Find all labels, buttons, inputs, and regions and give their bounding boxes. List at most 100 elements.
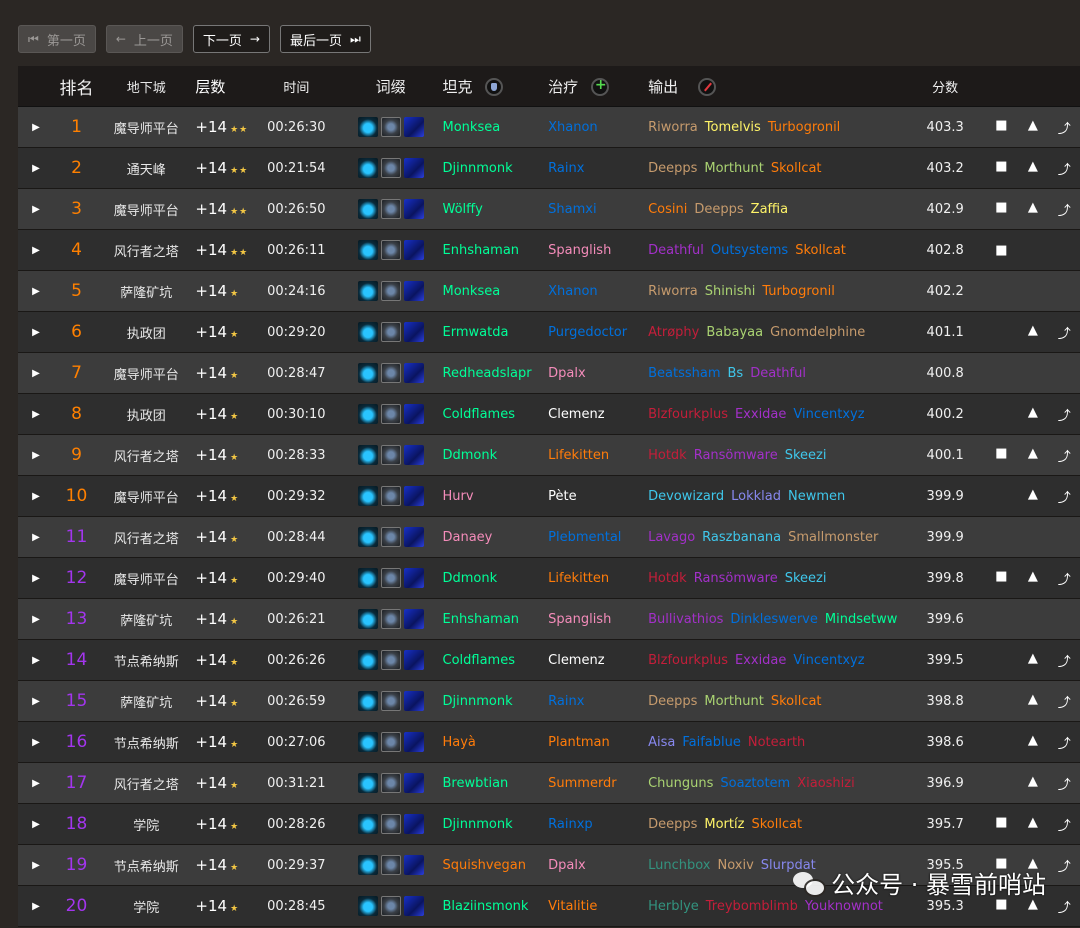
prev-page-button[interactable]: ← 上一页 [105, 25, 183, 53]
affix-icon[interactable] [380, 445, 401, 465]
expand-row-icon[interactable]: ▶ [18, 204, 54, 215]
map-icon[interactable]: ▲ [1017, 159, 1048, 178]
map-icon[interactable]: ▲ [1017, 200, 1048, 219]
tank-player[interactable]: Wölffy [443, 202, 549, 217]
table-row[interactable]: ▶ 2 通天峰 +14 ★★ 00:21:54 Djinnmonk Rainx Deepps Mo… [18, 148, 1080, 189]
tank-player[interactable]: Enhshaman [443, 612, 549, 627]
expand-row-icon[interactable]: ▶ [18, 532, 54, 543]
affix-icon[interactable] [357, 609, 378, 629]
dps-player[interactable]: Deepps [648, 694, 697, 709]
video-camera-icon[interactable]: ■ [986, 159, 1017, 178]
affix-icon[interactable] [403, 732, 424, 752]
table-row[interactable]: ▶ 12 魔导师平台 +14 ★ 00:29:40 Ddmonk Lifekitten Hotd… [18, 558, 1080, 599]
table-row[interactable]: ▶ 1 魔导师平台 +14 ★★ 00:26:30 Monksea Xhanon Riworra… [18, 107, 1080, 148]
route-icon[interactable]: ⤴ [1049, 118, 1080, 137]
tank-player[interactable]: Brewbtian [443, 776, 549, 791]
table-row[interactable]: ▶ 18 学院 +14 ★ 00:28:26 Djinnmonk Rainxp Deepps Mo… [18, 804, 1080, 845]
affix-icon[interactable] [403, 650, 424, 670]
tank-player[interactable]: Danaey [443, 530, 549, 545]
next-page-button[interactable]: 下一页 → [192, 25, 270, 53]
dps-player[interactable]: Lunchbox [648, 858, 710, 873]
map-icon[interactable]: ▲ [1017, 774, 1048, 793]
tank-player[interactable]: Squishvegan [443, 858, 549, 873]
expand-row-icon[interactable]: ▶ [18, 696, 54, 707]
affix-icon[interactable] [380, 158, 401, 178]
dps-player[interactable]: Skollcat [771, 161, 822, 176]
affix-icon[interactable] [403, 896, 424, 916]
tank-player[interactable]: Ddmonk [443, 448, 549, 463]
dps-player[interactable]: Skeezi [785, 448, 827, 463]
expand-row-icon[interactable]: ▶ [18, 655, 54, 666]
route-icon[interactable]: ⤴ [1049, 200, 1080, 219]
dps-player[interactable]: Gnomdelphine [770, 325, 865, 340]
healer-player[interactable]: Lifekitten [548, 571, 648, 586]
affix-icon[interactable] [403, 568, 424, 588]
affix-icon[interactable] [380, 855, 401, 875]
tank-player[interactable]: Ermwatda [443, 325, 549, 340]
expand-row-icon[interactable]: ▶ [18, 819, 54, 830]
tank-player[interactable]: Djinnmonk [443, 161, 549, 176]
affix-icon[interactable] [357, 650, 378, 670]
affix-icon[interactable] [357, 158, 378, 178]
table-row[interactable]: ▶ 6 执政团 +14 ★ 00:29:20 Ermwatda Purgedoctor Atrø… [18, 312, 1080, 353]
dps-player[interactable]: Zaffia [751, 202, 788, 217]
affix-icon[interactable] [403, 281, 424, 301]
route-icon[interactable]: ⤴ [1049, 569, 1080, 588]
affix-icon[interactable] [403, 814, 424, 834]
dps-player[interactable]: Hotdk [648, 571, 687, 586]
dps-player[interactable]: Xiaoshizi [797, 776, 855, 791]
expand-row-icon[interactable]: ▶ [18, 368, 54, 379]
affix-icon[interactable] [403, 117, 424, 137]
affix-icon[interactable] [380, 773, 401, 793]
affix-icon[interactable] [380, 199, 401, 219]
table-row[interactable]: ▶ 7 魔导师平台 +14 ★ 00:28:47 Redheadslapr Dpalx Beat… [18, 353, 1080, 394]
tank-player[interactable]: Monksea [443, 284, 549, 299]
affix-icon[interactable] [380, 322, 401, 342]
affix-icon[interactable] [357, 240, 378, 260]
affix-icon[interactable] [403, 199, 424, 219]
healer-player[interactable]: Pète [548, 489, 648, 504]
affix-icon[interactable] [357, 773, 378, 793]
affix-icon[interactable] [357, 486, 378, 506]
dps-player[interactable]: Notearth [748, 735, 805, 750]
table-row[interactable]: ▶ 14 节点希纳斯 +14 ★ 00:26:26 Coldflames Clemenz Blz… [18, 640, 1080, 681]
route-icon[interactable]: ⤴ [1049, 733, 1080, 752]
tank-player[interactable]: Coldflames [443, 653, 549, 668]
dps-player[interactable]: Skeezi [785, 571, 827, 586]
healer-player[interactable]: Clemenz [548, 407, 648, 422]
affix-icon[interactable] [357, 199, 378, 219]
dps-player[interactable]: Morthunt [704, 694, 763, 709]
affix-icon[interactable] [357, 568, 378, 588]
table-row[interactable]: ▶ 10 魔导师平台 +14 ★ 00:29:32 Hurv Pète Devowizard Lo… [18, 476, 1080, 517]
affix-icon[interactable] [380, 404, 401, 424]
dungeon-header[interactable]: 地下城 [99, 77, 193, 96]
table-row[interactable]: ▶ 8 执政团 +14 ★ 00:30:10 Coldflames Clemenz Blzfou… [18, 394, 1080, 435]
affix-icon[interactable] [357, 404, 378, 424]
affix-icon[interactable] [357, 322, 378, 342]
affix-icon[interactable] [403, 322, 424, 342]
route-icon[interactable]: ⤴ [1049, 815, 1080, 834]
expand-row-icon[interactable]: ▶ [18, 860, 54, 871]
dps-player[interactable]: Babayaa [706, 325, 763, 340]
affix-icon[interactable] [380, 814, 401, 834]
affix-icon[interactable] [403, 527, 424, 547]
dps-player[interactable]: Deathful [750, 366, 806, 381]
video-camera-icon[interactable]: ■ [986, 243, 1017, 258]
expand-row-icon[interactable]: ▶ [18, 327, 54, 338]
expand-row-icon[interactable]: ▶ [18, 245, 54, 256]
dps-player[interactable]: Outsystems [711, 243, 788, 258]
dps-player[interactable]: Newmen [788, 489, 845, 504]
affix-icon[interactable] [357, 896, 378, 916]
healer-player[interactable]: Dpalx [548, 366, 648, 381]
dps-player[interactable]: Noxiv [717, 858, 753, 873]
tank-player[interactable]: Ddmonk [443, 571, 549, 586]
rank-header[interactable]: 排名 [54, 74, 99, 99]
affix-icon[interactable] [380, 281, 401, 301]
tank-player[interactable]: Monksea [443, 120, 549, 135]
affix-icon[interactable] [380, 609, 401, 629]
table-row[interactable]: ▶ 9 风行者之塔 +14 ★ 00:28:33 Ddmonk Lifekitten Hotdk… [18, 435, 1080, 476]
affix-icon[interactable] [403, 855, 424, 875]
expand-row-icon[interactable]: ▶ [18, 286, 54, 297]
map-icon[interactable]: ▲ [1017, 692, 1048, 711]
level-header[interactable]: 层数 [193, 76, 253, 97]
